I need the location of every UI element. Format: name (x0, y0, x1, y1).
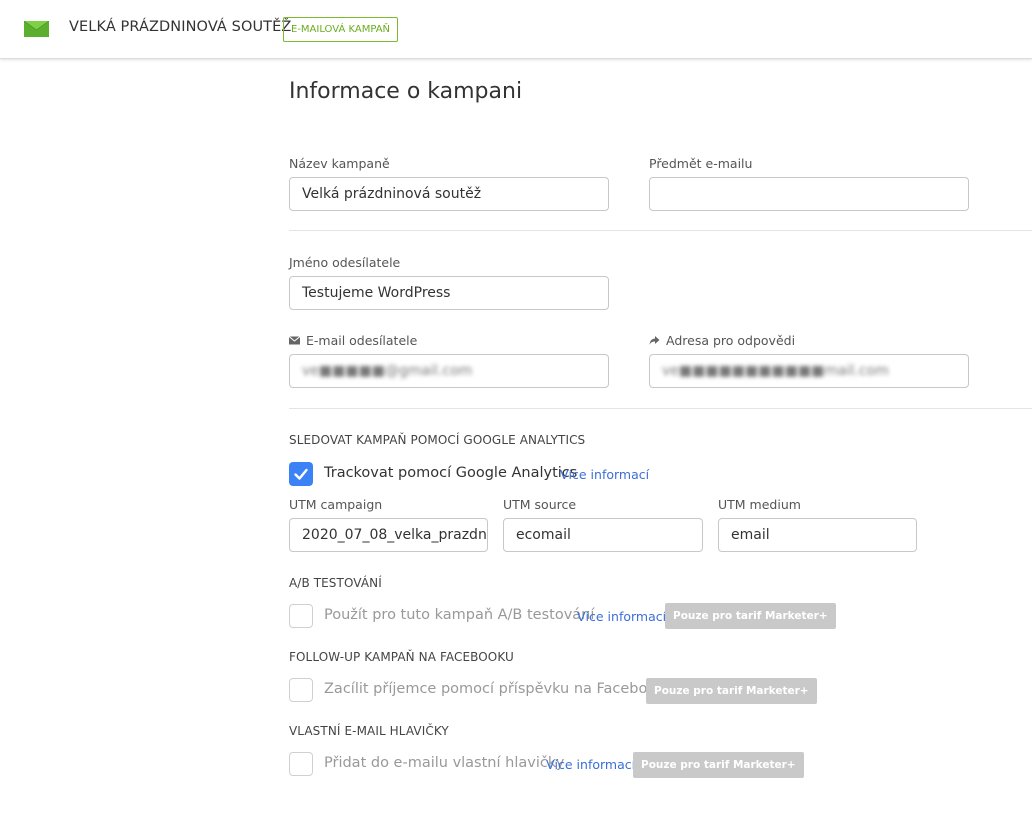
subject-input[interactable] (649, 177, 969, 211)
campaign-name-input[interactable]: Velká prázdninová soutěž (289, 177, 609, 211)
envelope-logo-icon (24, 21, 49, 37)
headers-section-title: VLASTNÍ E-MAIL HLAVIČKY (289, 724, 449, 738)
envelope-icon (289, 336, 300, 345)
utm-campaign-input[interactable]: 2020_07_08_velka_prazdni (289, 518, 488, 552)
sender-name-input[interactable]: Testujeme WordPress (289, 276, 609, 310)
top-bar: VELKÁ PRÁZDNINOVÁ SOUTĚŽ E-MAILOVÁ KAMPA… (0, 0, 1032, 59)
sender-name-label: Jméno odesílatele (289, 255, 401, 270)
reply-arrow-icon (649, 336, 660, 345)
utm-medium-input[interactable]: email (718, 518, 917, 552)
utm-medium-label: UTM medium (718, 497, 801, 512)
headers-checkbox-label[interactable]: Přidat do e-mailu vlastní hlavičky (324, 755, 564, 771)
ab-testing-checkbox[interactable] (289, 604, 313, 628)
campaign-header-title: VELKÁ PRÁZDNINOVÁ SOUTĚŽ (69, 19, 292, 35)
analytics-checkbox[interactable] (289, 462, 313, 486)
facebook-section-title: FOLLOW-UP KAMPAŇ NA FACEBOOKU (289, 650, 514, 664)
analytics-checkbox-label[interactable]: Trackovat pomocí Google Analytics (324, 465, 577, 481)
checkmark-icon (294, 468, 308, 480)
utm-campaign-label: UTM campaign (289, 497, 383, 512)
divider (289, 230, 1032, 231)
sender-email-label: E-mail odesílatele (289, 333, 417, 348)
campaign-name-label: Název kampaně (289, 156, 390, 171)
analytics-more-info-link[interactable]: Více informací (560, 467, 649, 482)
ab-more-info-link[interactable]: Více informací (577, 609, 666, 624)
facebook-plan-badge: Pouze pro tarif Marketer+ (646, 678, 817, 704)
subject-label: Předmět e-mailu (649, 156, 753, 171)
headers-checkbox[interactable] (289, 752, 313, 776)
analytics-section-title: SLEDOVAT KAMPAŇ POMOCÍ GOOGLE ANALYTICS (289, 433, 586, 447)
ab-plan-badge: Pouze pro tarif Marketer+ (665, 603, 836, 629)
ab-section-title: A/B TESTOVÁNÍ (289, 576, 382, 590)
utm-source-input[interactable]: ecomail (503, 518, 703, 552)
headers-plan-badge: Pouze pro tarif Marketer+ (633, 752, 804, 778)
utm-source-label: UTM source (503, 497, 577, 512)
facebook-checkbox[interactable] (289, 678, 313, 702)
headers-more-info-link[interactable]: Více informací (546, 757, 635, 772)
reply-to-value: ve■■■■■■■■■■■mail.com (662, 363, 889, 379)
ab-testing-checkbox-label[interactable]: Použít pro tuto kampaň A/B testování (324, 607, 594, 623)
reply-to-label-text: Adresa pro odpovědi (666, 333, 796, 348)
reply-to-label: Adresa pro odpovědi (649, 333, 795, 348)
reply-to-input[interactable]: ve■■■■■■■■■■■mail.com (649, 354, 969, 388)
sender-email-input[interactable]: ve■■■■■@gmail.com (289, 354, 609, 388)
sender-email-label-text: E-mail odesílatele (306, 333, 418, 348)
facebook-checkbox-label[interactable]: Zacílit příjemce pomocí příspěvku na Fac… (324, 681, 673, 697)
page-title: Informace o kampani (289, 79, 523, 104)
campaign-type-badge: E-MAILOVÁ KAMPAŇ (283, 17, 399, 42)
divider (289, 408, 1032, 409)
sender-email-value: ve■■■■■@gmail.com (302, 363, 473, 379)
